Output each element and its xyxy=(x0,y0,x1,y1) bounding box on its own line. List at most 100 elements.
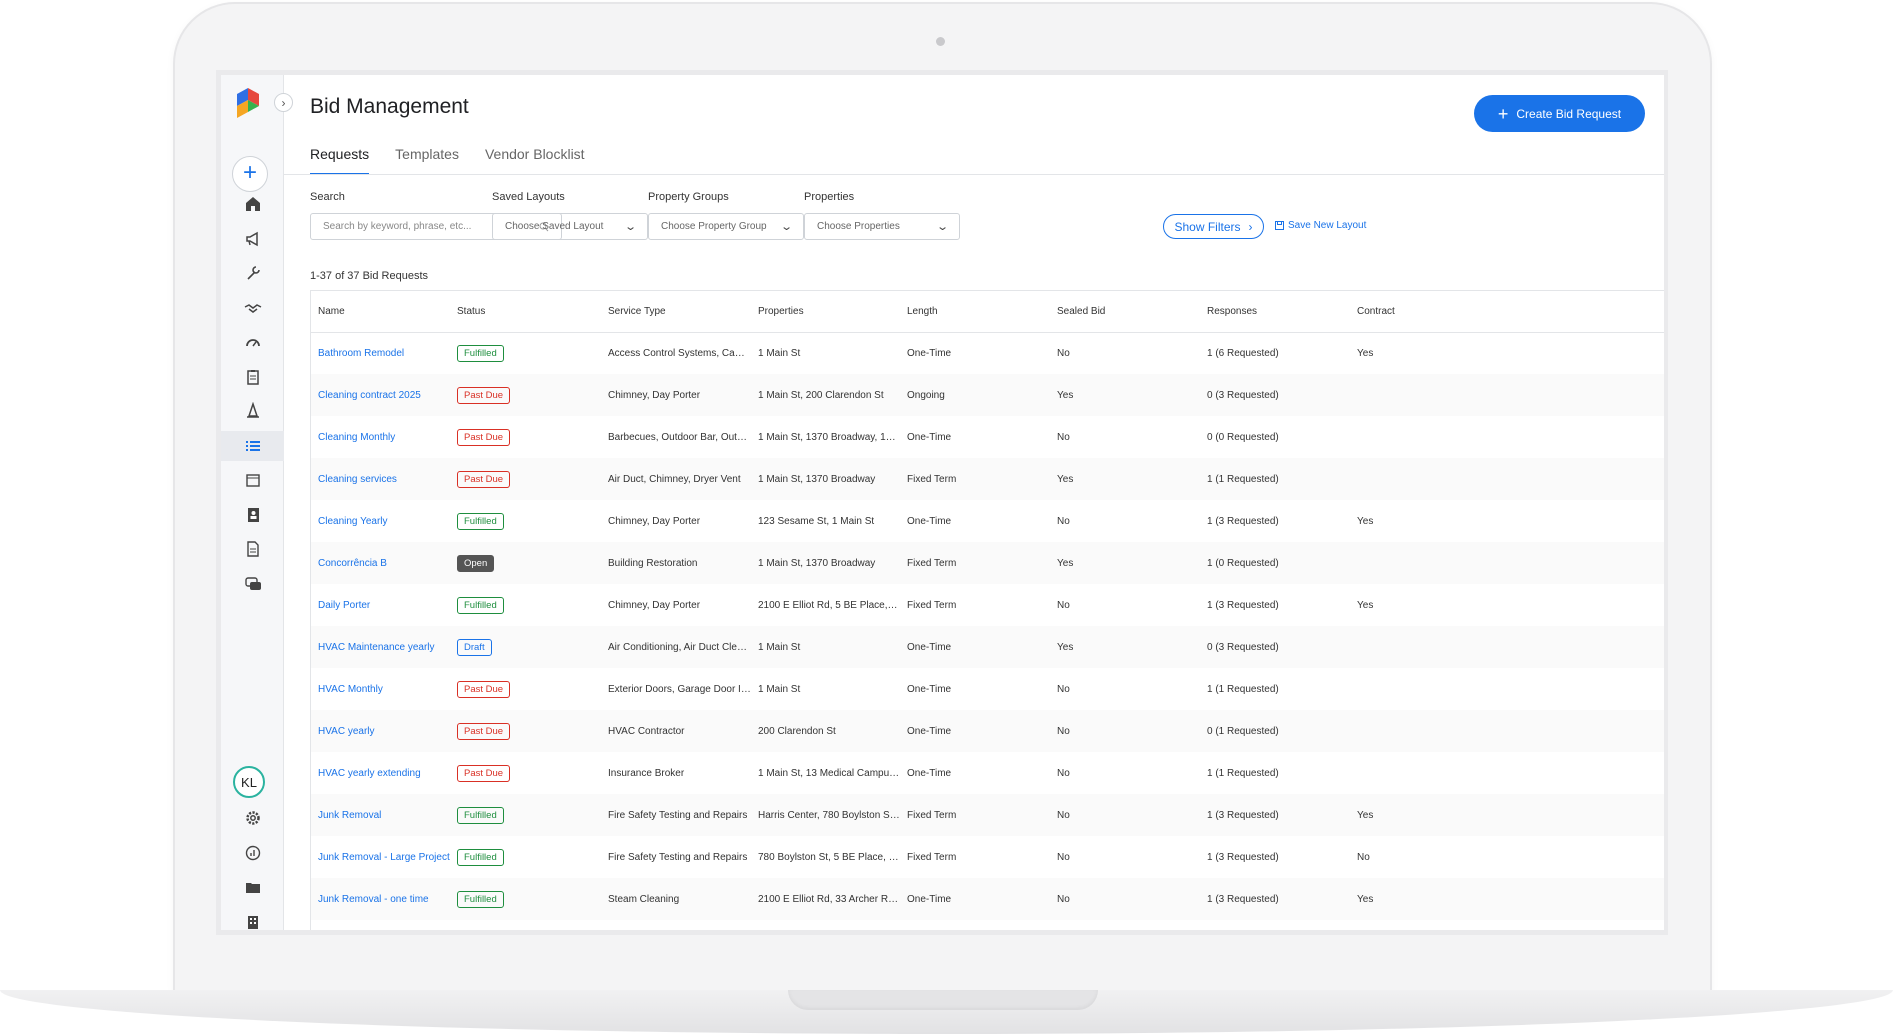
sidebar-item-contacts[interactable] xyxy=(221,500,284,530)
cell-properties: 2100 E Elliot Rd, 5 BE Place, 1 Main ... xyxy=(758,599,900,611)
sidebar-item-handshake[interactable] xyxy=(221,293,284,323)
cell-name[interactable]: Cleaning Yearly xyxy=(311,500,450,542)
properties-select[interactable]: Choose Properties ⌄ xyxy=(804,213,960,240)
table-row[interactable]: Junk Removal - Large Project Fulfilled Fir… xyxy=(311,836,1664,878)
sidebar-item-gear[interactable] xyxy=(221,803,284,833)
create-bid-request-button[interactable]: + Create Bid Request xyxy=(1474,95,1645,132)
table-row[interactable]: Cleaning services Past Due Air Duct, Chimn… xyxy=(311,458,1664,500)
cell-sealed-bid: Yes xyxy=(1050,542,1200,584)
table-row[interactable]: Daily Porter Fulfilled Chimney, Day Porter… xyxy=(311,584,1664,626)
cell-name[interactable]: HVAC yearly xyxy=(311,710,450,752)
calendar-icon xyxy=(245,474,260,487)
cell-length: One-Time xyxy=(907,683,952,695)
cell-contract xyxy=(1350,542,1664,584)
table-row[interactable]: Junk Removal Fulfilled Fire Safety Testing… xyxy=(311,794,1664,836)
tab-templates[interactable]: Templates xyxy=(395,145,459,175)
folder-icon xyxy=(245,883,260,893)
cell-service-type: Steam Cleaning xyxy=(601,878,751,920)
cell-length: Fixed Term xyxy=(900,794,1050,836)
cell-status: Fulfilled xyxy=(450,500,601,542)
wrench-icon xyxy=(246,266,260,280)
cell-responses: 1 (3 Requested) xyxy=(1207,599,1279,611)
cell-responses: 0 (3 Requested) xyxy=(1200,374,1350,416)
table-row[interactable]: HVAC Monthly Past Due Exterior Doors, Gara… xyxy=(311,668,1664,710)
cell-name[interactable]: Concorrência B xyxy=(311,542,450,584)
cell-name[interactable]: Cleaning contract 2025 xyxy=(311,374,450,416)
cell-name[interactable]: HVAC Monthly xyxy=(311,668,450,710)
sidebar-item-megaphone[interactable] xyxy=(221,224,284,254)
sidebar-item-calendar[interactable] xyxy=(221,465,284,495)
cell-properties: 1 Main St, 200 Clarendon St xyxy=(751,374,900,416)
column-header-service-type[interactable]: Service Type xyxy=(601,291,751,333)
cell-name[interactable]: Bathroom Remodel xyxy=(311,332,450,374)
cell-name[interactable]: HVAC yearly extending xyxy=(311,752,450,794)
cell-contract xyxy=(1350,752,1664,794)
table-row[interactable]: Cleaning contract 2025 Past Due Chimney, D… xyxy=(311,374,1664,416)
sidebar-item-list[interactable] xyxy=(221,430,284,461)
column-header-length[interactable]: Length xyxy=(900,291,1050,333)
saved-layouts-label: Saved Layouts xyxy=(492,191,565,203)
logo-icon[interactable] xyxy=(237,88,259,120)
cell-responses: 0 (0 Requested) xyxy=(1207,431,1279,443)
cell-contract: Yes xyxy=(1350,878,1664,920)
cell-length: One-Time xyxy=(900,710,1050,752)
property-groups-select[interactable]: Choose Property Group ⌄ xyxy=(648,213,804,240)
cell-name[interactable]: Cleaning Monthly xyxy=(311,416,450,458)
table-row[interactable]: Junk Removal - one time Fulfilled Steam Cl… xyxy=(311,878,1664,920)
cell-properties: 1 Main St xyxy=(758,347,801,359)
gauge-icon xyxy=(245,339,260,347)
cell-name[interactable]: Junk Removal - Large Project xyxy=(311,836,450,878)
create-bid-request-label: Create Bid Request xyxy=(1516,106,1622,121)
column-header-name[interactable]: Name xyxy=(311,291,450,333)
status-badge: Fulfilled xyxy=(457,512,504,530)
cell-properties: Harris Center, 780 Boylston St, 5 BE ... xyxy=(751,794,900,836)
table-row[interactable]: HVAC Maintenance yearly Draft Air Conditio… xyxy=(311,626,1664,668)
sidebar-item-wrench[interactable] xyxy=(221,258,284,288)
table-row[interactable]: Bathroom Remodel Fulfilled Access Control … xyxy=(311,332,1664,374)
sidebar-item-clipboard[interactable] xyxy=(221,362,284,392)
table-row[interactable]: Concorrência B Open Building Restoration 1 … xyxy=(311,542,1664,584)
saved-layouts-select[interactable]: Choose Saved Layout ⌄ xyxy=(492,213,648,240)
cell-length: One-Time xyxy=(907,431,952,443)
status-badge: Past Due xyxy=(457,764,511,782)
avatar[interactable]: KL xyxy=(233,766,265,798)
megaphone-icon xyxy=(245,231,258,246)
tab-vendor-blocklist[interactable]: Vendor Blocklist xyxy=(485,145,585,175)
column-header-responses[interactable]: Responses xyxy=(1200,291,1350,333)
add-button[interactable]: + xyxy=(232,156,268,192)
cell-name[interactable]: Junk Removal - one time xyxy=(311,878,450,920)
table-row[interactable]: Cleaning Yearly Fulfilled Chimney, Day Por… xyxy=(311,500,1664,542)
cell-length: Fixed Term xyxy=(900,542,1050,584)
cell-service-type: Barbecues, Outdoor Bar, Outdoor Fir... xyxy=(608,431,751,443)
column-header-properties[interactable]: Properties xyxy=(751,291,900,333)
show-filters-button[interactable]: Show Filters › xyxy=(1163,214,1264,239)
table-row[interactable]: HVAC yearly Past Due HVAC Contractor 200 Cl… xyxy=(311,710,1664,752)
tab-requests[interactable]: Requests xyxy=(310,145,370,175)
cell-responses: 1 (3 Requested) xyxy=(1207,851,1279,863)
column-header-sealed-bid[interactable]: Sealed Bid xyxy=(1050,291,1200,333)
sidebar-expand-button[interactable]: › xyxy=(274,93,293,112)
table-row[interactable]: Cleaning Monthly Past Due Barbecues, Outdo… xyxy=(311,416,1664,458)
sidebar-item-folder[interactable] xyxy=(221,872,284,902)
sidebar-item-chat[interactable] xyxy=(221,569,284,599)
list-icon xyxy=(245,440,260,451)
cell-name[interactable]: HVAC Maintenance yearly xyxy=(311,626,450,668)
chevron-down-icon: ⌄ xyxy=(935,221,949,233)
cell-properties: 1 Main St, 13 Medical Campus Drive xyxy=(758,767,900,779)
sidebar-item-analytics[interactable] xyxy=(221,838,284,868)
cell-responses: 1 (1 Requested) xyxy=(1207,767,1279,779)
sidebar-item-document[interactable] xyxy=(221,534,284,564)
cell-name[interactable]: Daily Porter xyxy=(311,584,450,626)
column-header-contract[interactable]: Contract xyxy=(1350,291,1664,333)
status-badge: Past Due xyxy=(457,680,511,698)
cell-name[interactable]: Junk Removal xyxy=(311,794,450,836)
table-row[interactable]: HVAC yearly extending Past Due Insurance B… xyxy=(311,752,1664,794)
sidebar: + KL xyxy=(221,75,284,930)
sidebar-item-home[interactable] xyxy=(221,189,284,219)
sidebar-item-building[interactable] xyxy=(221,907,284,931)
column-header-status[interactable]: Status xyxy=(450,291,601,333)
sidebar-item-gauge[interactable] xyxy=(221,327,284,357)
cell-name[interactable]: Cleaning services xyxy=(311,458,450,500)
save-new-layout-link[interactable]: Save New Layout xyxy=(1275,220,1366,231)
sidebar-item-cone[interactable] xyxy=(221,396,284,426)
